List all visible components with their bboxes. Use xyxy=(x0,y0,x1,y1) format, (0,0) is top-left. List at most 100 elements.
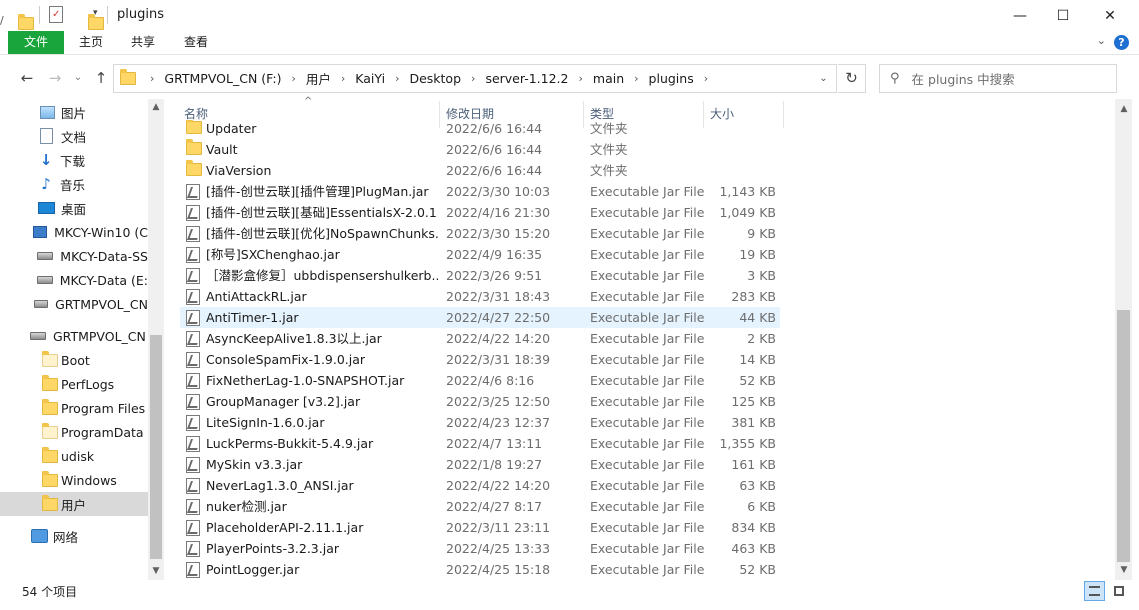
chevron-right-icon[interactable]: › xyxy=(570,72,590,85)
maximize-button[interactable]: ☐ xyxy=(1040,0,1086,31)
file-row[interactable]: AsyncKeepAlive1.8.3以上.jar 2022/4/22 14:20… xyxy=(180,328,780,349)
properties-icon[interactable]: ✓ xyxy=(49,6,63,23)
nav-item-boot[interactable]: Boot xyxy=(0,348,148,372)
chevron-right-icon[interactable]: › xyxy=(333,72,353,85)
nav-scrollbar-thumb[interactable] xyxy=(150,335,162,559)
file-row[interactable]: AntiAttackRL.jar 2022/3/31 18:43 Executabl… xyxy=(180,286,780,307)
nav-item-program-files[interactable]: Program Files xyxy=(0,396,148,420)
chevron-right-icon[interactable]: › xyxy=(387,72,407,85)
nav-item-desktop[interactable]: 桌面 xyxy=(0,196,148,220)
file-row[interactable]: LuckPerms-Bukkit-5.4.9.jar 2022/4/7 13:11… xyxy=(180,433,780,454)
file-row[interactable]: GroupManager [v3.2].jar 2022/3/25 12:50 Ex… xyxy=(180,391,780,412)
file-size: 14 KB xyxy=(739,352,776,367)
breadcrumb-main[interactable]: main xyxy=(591,71,626,86)
nav-item-music[interactable]: ♪ 音乐 xyxy=(0,172,148,196)
close-button[interactable]: ✕ xyxy=(1087,0,1133,31)
file-row[interactable]: MySkin v3.3.jar 2022/1/8 19:27 Executable … xyxy=(180,454,780,475)
nav-item-downloads[interactable]: ↓ 下载 xyxy=(0,148,148,172)
file-date: 2022/4/6 8:16 xyxy=(446,373,535,388)
chevron-right-icon[interactable]: › xyxy=(142,72,162,85)
file-row[interactable]: PlaceholderAPI-2.11.1.jar 2022/3/11 23:11… xyxy=(180,517,780,538)
file-type: Executable Jar File xyxy=(590,415,705,430)
chevron-right-icon[interactable]: › xyxy=(463,72,483,85)
file-row[interactable]: [称号]SXChenghao.jar 2022/4/9 16:35 Executab… xyxy=(180,244,780,265)
scroll-up-icon[interactable]: ▲ xyxy=(1116,101,1132,117)
breadcrumb-drive[interactable]: GRTMPVOL_CN (F:) xyxy=(162,71,283,86)
file-row[interactable]: PointLogger.jar 2022/4/25 15:18 Executable… xyxy=(180,559,780,580)
file-row[interactable]: ［潜影盒修复］ubbdispensershulkerb... 2022/3/26 … xyxy=(180,265,780,286)
folder-icon xyxy=(42,350,58,367)
nav-item-windows[interactable]: Windows xyxy=(0,468,148,492)
file-row[interactable]: nuker检测.jar 2022/4/27 8:17 Executable Jar … xyxy=(180,496,780,517)
chevron-right-icon[interactable]: › xyxy=(696,72,716,85)
nav-item-udisk[interactable]: udisk xyxy=(0,444,148,468)
search-placeholder: 在 plugins 中搜索 xyxy=(911,72,1015,87)
help-icon[interactable]: ? xyxy=(1114,35,1129,50)
file-type: Executable Jar File xyxy=(590,541,705,556)
minimize-button[interactable]: — xyxy=(997,0,1043,31)
chevron-right-icon[interactable]: › xyxy=(626,72,646,85)
tab-home[interactable]: 主页 xyxy=(76,31,106,54)
file-row[interactable]: ConsoleSpamFix-1.9.0.jar 2022/3/31 18:39 E… xyxy=(180,349,780,370)
file-type: Executable Jar File xyxy=(590,436,705,451)
customize-toolbar-icon[interactable]: ▾ xyxy=(93,8,98,18)
drive-icon xyxy=(30,332,46,340)
file-row[interactable]: FixNetherLag-1.0-SNAPSHOT.jar 2022/4/6 8:… xyxy=(180,370,780,391)
tab-file[interactable]: 文件 xyxy=(8,31,64,54)
scroll-down-icon[interactable]: ▼ xyxy=(148,563,164,579)
scroll-down-icon[interactable]: ▼ xyxy=(1116,562,1132,578)
jar-file-icon xyxy=(186,415,200,431)
file-type: Executable Jar File xyxy=(590,457,705,472)
file-name: Updater xyxy=(206,121,257,136)
file-row[interactable]: [插件-创世云联][基础]EssentialsX-2.0.1.... 2022/4… xyxy=(180,202,780,223)
breadcrumb-server[interactable]: server-1.12.2 xyxy=(483,71,570,86)
details-view-button[interactable] xyxy=(1084,581,1105,601)
file-row[interactable]: ViaVersion 2022/6/6 16:44 文件夹 xyxy=(180,160,780,181)
nav-item-drive-e[interactable]: MKCY-Data (E: xyxy=(0,268,148,292)
refresh-button[interactable]: ↻ xyxy=(838,64,866,93)
new-folder-icon[interactable] xyxy=(88,14,104,30)
tab-view[interactable]: 查看 xyxy=(181,31,211,54)
file-list-scrollbar-thumb[interactable] xyxy=(1117,310,1130,562)
file-row[interactable]: Updater 2022/6/6 16:44 文件夹 xyxy=(180,120,780,139)
nav-item-drive-c[interactable]: MKCY-Win10 (C xyxy=(0,220,148,244)
tab-share[interactable]: 共享 xyxy=(128,31,158,54)
file-row[interactable]: [插件-创世云联][优化]NoSpawnChunks.... 2022/3/30 … xyxy=(180,223,780,244)
file-size: 63 KB xyxy=(739,478,776,493)
nav-item-drive-ssd[interactable]: MKCY-Data-SS xyxy=(0,244,148,268)
file-row[interactable]: [插件-创世云联][插件管理]PlugMan.jar 2022/3/30 10:0… xyxy=(180,181,780,202)
large-icons-view-button[interactable] xyxy=(1108,581,1129,601)
breadcrumb-desktop[interactable]: Desktop xyxy=(407,71,463,86)
breadcrumb-plugins[interactable]: plugins xyxy=(647,71,696,86)
file-date: 2022/3/31 18:39 xyxy=(446,352,551,367)
recent-locations-icon[interactable]: ⌄ xyxy=(67,67,89,89)
nav-item-pictures[interactable]: 图片 xyxy=(0,100,148,124)
nav-item-users[interactable]: 用户 xyxy=(0,492,148,516)
breadcrumb-kaiyi[interactable]: KaiYi xyxy=(353,71,387,86)
chevron-right-icon[interactable]: › xyxy=(283,72,303,85)
file-row[interactable]: Vault 2022/6/6 16:44 文件夹 xyxy=(180,139,780,160)
address-bar[interactable]: › GRTMPVOL_CN (F:) › 用户 › KaiYi › Deskto… xyxy=(113,64,837,93)
nav-item-programdata[interactable]: ProgramData xyxy=(0,420,148,444)
forward-button[interactable]: → xyxy=(44,67,66,89)
address-history-dropdown-icon[interactable]: ⌄ xyxy=(811,65,836,92)
file-row[interactable]: AntiTimer-1.jar 2022/4/27 22:50 Executable… xyxy=(180,307,780,328)
nav-item-drive-f[interactable]: GRTMPVOL_CN xyxy=(0,324,148,348)
file-row[interactable]: NeverLag1.3.0_ANSI.jar 2022/4/22 14:20 Exe… xyxy=(180,475,780,496)
expand-ribbon-icon[interactable]: ⌄ xyxy=(1097,34,1106,47)
nav-item-drive-f-quick[interactable]: GRTMPVOL_CN xyxy=(0,292,148,316)
file-row[interactable]: PlayerPoints-3.2.3.jar 2022/4/25 13:33 Exe… xyxy=(180,538,780,559)
search-box[interactable]: ⚲ 在 plugins 中搜索 xyxy=(879,64,1117,93)
up-button[interactable]: ↑ xyxy=(90,67,112,89)
file-type: 文件夹 xyxy=(590,163,628,178)
folder-icon xyxy=(42,446,58,463)
nav-item-perflogs[interactable]: PerfLogs xyxy=(0,372,148,396)
nav-item-network[interactable]: 网络 xyxy=(0,524,148,548)
folder-icon[interactable] xyxy=(18,14,34,30)
file-row[interactable]: LiteSignIn-1.6.0.jar 2022/4/23 12:37 Execu… xyxy=(180,412,780,433)
scroll-up-icon[interactable]: ▲ xyxy=(148,99,164,115)
nav-item-documents[interactable]: 文档 xyxy=(0,124,148,148)
back-button[interactable]: ← xyxy=(16,67,38,89)
file-type: Executable Jar File xyxy=(590,352,705,367)
breadcrumb-users[interactable]: 用户 xyxy=(304,69,333,88)
